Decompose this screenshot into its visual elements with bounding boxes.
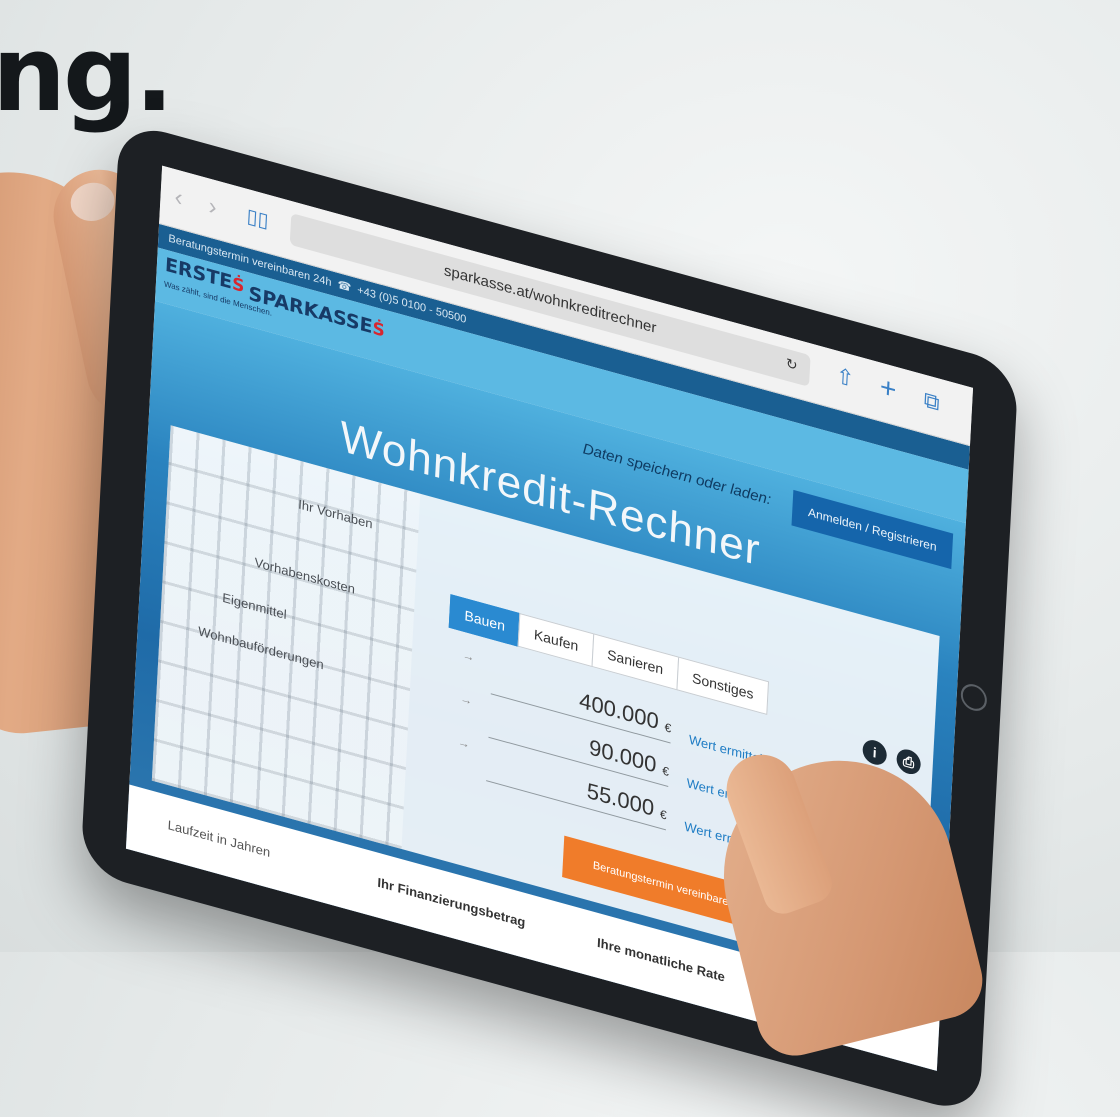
- bookmarks-icon[interactable]: ▯▯: [246, 203, 269, 234]
- tab-bauen[interactable]: Bauen: [448, 594, 521, 647]
- result-laufzeit: Laufzeit in Jahren: [167, 817, 271, 861]
- result-monatliche-rate: Ihre monatliche Rate: [596, 934, 726, 985]
- currency-symbol: €: [659, 806, 668, 823]
- s-logo-icon: Ṡ: [231, 274, 245, 298]
- value-wohnbaufoerderungen: 55.000: [586, 777, 655, 821]
- thumbnail-nail: [67, 178, 119, 226]
- appointment-button-label: Beratungstermin vereinbaren: [592, 859, 735, 910]
- home-button[interactable]: [960, 681, 988, 714]
- tab-sanieren[interactable]: Sanieren: [591, 633, 680, 691]
- new-tab-icon[interactable]: +: [879, 371, 897, 407]
- value-vorhabenskosten: 400.000: [578, 687, 660, 735]
- tabs-overview-icon[interactable]: ⧉: [923, 387, 940, 417]
- construction-photo: [151, 425, 421, 850]
- arrow-icon: →: [457, 734, 471, 752]
- reload-icon[interactable]: ↻: [785, 355, 799, 375]
- result-finanzierungsbetrag: Ihr Finanzierungsbetrag: [377, 874, 526, 930]
- tab-sonstiges[interactable]: Sonstiges: [676, 656, 770, 716]
- print-icon[interactable]: ⎙: [896, 746, 922, 777]
- value-eigenmittel: 90.000: [588, 734, 658, 778]
- tab-kaufen[interactable]: Kaufen: [518, 613, 595, 668]
- back-icon[interactable]: ‹: [174, 183, 183, 213]
- currency-symbol: €: [661, 763, 670, 780]
- arrow-icon: →: [459, 690, 473, 709]
- headline: ng.: [0, 13, 174, 135]
- s-logo-icon: Ṡ: [371, 318, 386, 342]
- phone-icon: ☎: [337, 278, 352, 295]
- share-icon[interactable]: ⇧: [835, 362, 855, 393]
- currency-symbol: €: [664, 719, 672, 736]
- arrow-icon: →: [462, 647, 475, 665]
- forward-icon[interactable]: ›: [208, 193, 217, 223]
